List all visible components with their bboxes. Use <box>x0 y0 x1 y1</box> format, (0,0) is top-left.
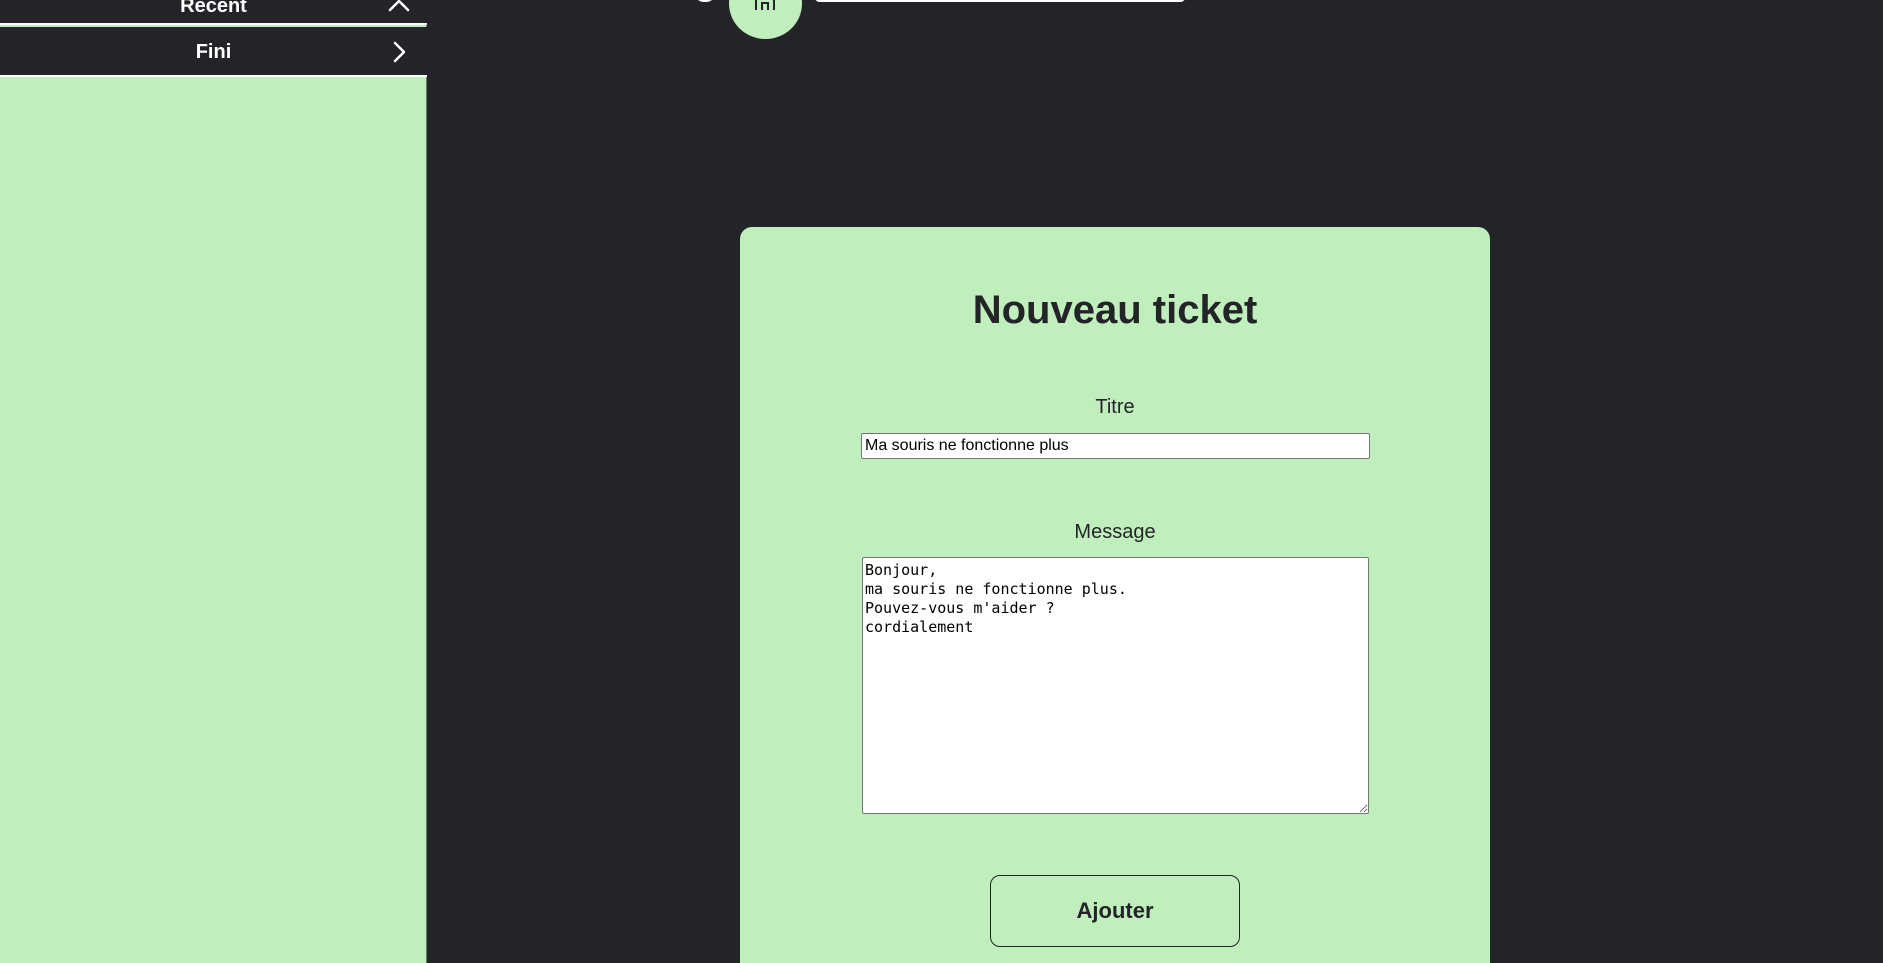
home-icon <box>755 0 775 10</box>
chevron-right-icon <box>393 41 406 63</box>
chevron-up-icon <box>388 0 410 12</box>
sidebar-item-recent[interactable]: Recent <box>0 0 427 25</box>
top-nav-button[interactable] <box>694 0 716 2</box>
sidebar-item-fini[interactable]: Fini <box>0 27 427 77</box>
title-input[interactable] <box>861 433 1370 459</box>
sidebar-item-label: Fini <box>195 41 232 63</box>
message-textarea[interactable]: Bonjour, ma souris ne fonctionne plus. P… <box>862 557 1369 814</box>
search-input[interactable] <box>814 0 1186 2</box>
home-button[interactable] <box>729 0 802 39</box>
message-label: Message <box>1074 521 1156 543</box>
add-ticket-button[interactable]: Ajouter <box>990 875 1240 947</box>
sidebar: Recent Fini <box>0 0 427 963</box>
page-title: Nouveau ticket <box>972 288 1258 332</box>
sidebar-item-label: Recent <box>180 0 247 17</box>
title-label: Titre <box>1095 396 1135 418</box>
